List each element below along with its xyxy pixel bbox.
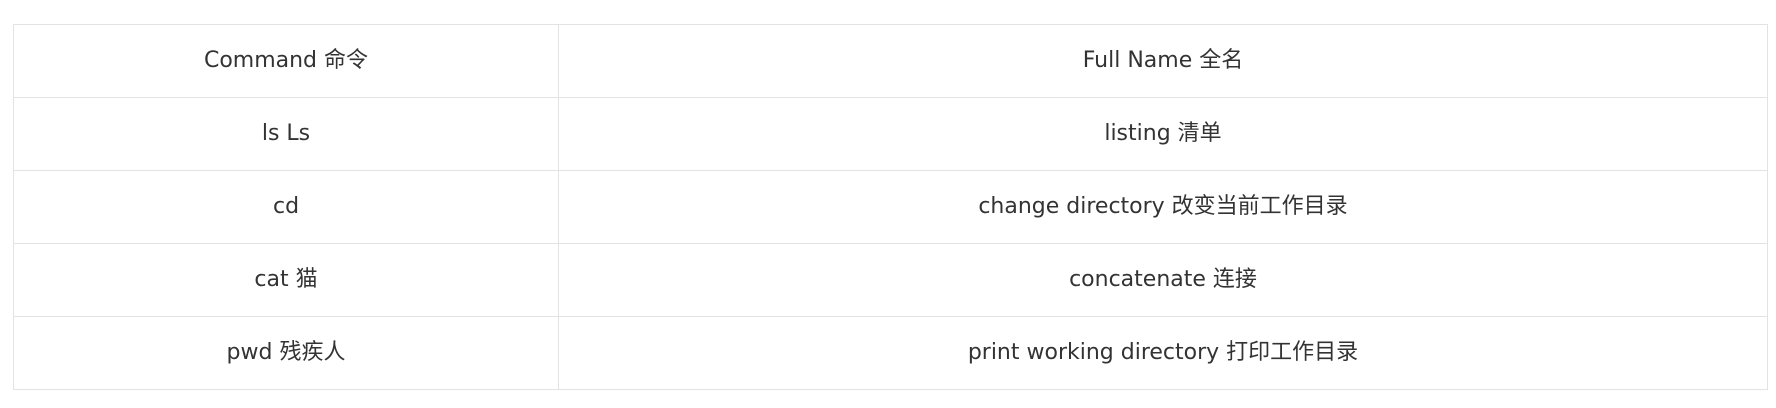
table-header-row: Command 命令 Full Name 全名 (13, 24, 1768, 98)
cell-full-name: print working directory 打印工作目录 (558, 316, 1768, 390)
table-row: ls Ls listing 清单 (13, 97, 1768, 171)
command-table: Command 命令 Full Name 全名 ls Ls listing 清单… (13, 24, 1768, 390)
cell-full-name: concatenate 连接 (558, 243, 1768, 317)
cell-full-name: change directory 改变当前工作目录 (558, 170, 1768, 244)
table-row: cd change directory 改变当前工作目录 (13, 170, 1768, 244)
header-full-name: Full Name 全名 (558, 24, 1768, 98)
cell-command: ls Ls (13, 97, 559, 171)
cell-command: cd (13, 170, 559, 244)
cell-command: cat 猫 (13, 243, 559, 317)
cell-command: pwd 残疾人 (13, 316, 559, 390)
table-row: pwd 残疾人 print working directory 打印工作目录 (13, 316, 1768, 390)
table-row: cat 猫 concatenate 连接 (13, 243, 1768, 317)
command-table-container: Command 命令 Full Name 全名 ls Ls listing 清单… (13, 24, 1768, 390)
header-command: Command 命令 (13, 24, 559, 98)
cell-full-name: listing 清单 (558, 97, 1768, 171)
